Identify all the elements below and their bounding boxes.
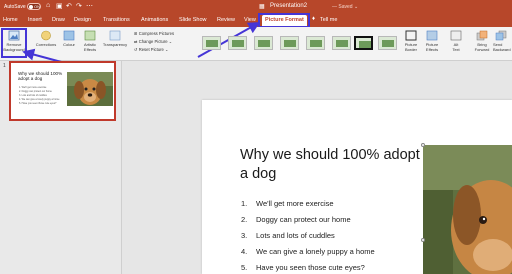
artistic-effects-label-2: Effects xyxy=(83,46,97,52)
list-item-number: 2. xyxy=(241,215,248,224)
list-item: 3. Lots and lots of cuddles xyxy=(241,231,335,240)
picture-style-1[interactable] xyxy=(202,36,221,50)
dog-photo[interactable] xyxy=(423,145,512,274)
bring-forward-button[interactable]: Bring Forward xyxy=(472,30,492,52)
picture-style-7[interactable] xyxy=(354,36,373,50)
thumbnail-bullet: 3. Lots and lots of cuddles xyxy=(19,94,47,97)
change-picture-label: Change Picture xyxy=(138,39,168,44)
picture-border-button[interactable]: Picture Border xyxy=(401,30,421,52)
thumbnail-bullet: 4. We can give a lonely puppy a home xyxy=(19,98,60,101)
picture-border-icon xyxy=(405,30,417,41)
colour-label: Colour xyxy=(63,42,75,47)
slide-number: 1 xyxy=(3,63,6,69)
list-item: 2. Doggy can protect our home xyxy=(241,215,351,224)
compress-pictures-button[interactable]: ⊞ Compress Pictures xyxy=(134,31,174,36)
picture-effects-label-2: Effects xyxy=(425,46,439,52)
artistic-effects-button[interactable]: Artistic Effects xyxy=(80,30,100,52)
thumbnail-title: Why we should 100% adopt a dog xyxy=(18,71,63,81)
send-backward-button[interactable]: Send Backward xyxy=(493,30,512,52)
picture-style-3[interactable] xyxy=(254,36,273,50)
alt-text-button[interactable]: Alt Text xyxy=(449,30,463,52)
reset-picture-label: Reset Picture xyxy=(138,47,164,52)
list-item-text: Doggy can protect our home xyxy=(256,215,351,224)
picture-effects-icon xyxy=(426,30,438,41)
bring-forward-icon xyxy=(476,30,488,41)
list-item: 5. Have you seen those cute eyes? xyxy=(241,263,365,272)
list-item-text: Have you seen those cute eyes? xyxy=(256,263,365,272)
thumbnail-dog-image xyxy=(67,72,113,106)
list-item-number: 5. xyxy=(241,263,248,272)
list-item: 4. We can give a lonely puppy a home xyxy=(241,247,375,256)
reset-picture-button[interactable]: ↺ Reset Picture ⌄ xyxy=(134,47,169,52)
colour-icon xyxy=(63,30,75,41)
transparency-icon xyxy=(109,30,121,41)
bring-forward-label-2: Forward xyxy=(474,46,490,52)
picture-border-label-2: Border xyxy=(404,46,417,52)
transparency-button[interactable]: Transparency xyxy=(101,30,129,48)
list-item: 1. We'll get more exercise xyxy=(241,199,334,208)
list-item-text: Lots and lots of cuddles xyxy=(256,231,335,240)
picture-effects-button[interactable]: Picture Effects xyxy=(422,30,442,52)
thumbnail-bullet: 5. Have you seen those cute eyes? xyxy=(19,102,57,105)
corrections-label: Corrections xyxy=(35,42,57,47)
send-backward-label-2: Backward xyxy=(493,46,511,52)
colour-button[interactable]: Colour xyxy=(60,30,78,48)
transparency-label: Transparency xyxy=(102,42,128,47)
list-item-number: 4. xyxy=(241,247,248,256)
picture-style-2[interactable] xyxy=(228,36,247,50)
corrections-icon xyxy=(41,30,51,41)
picture-style-6[interactable] xyxy=(332,36,351,50)
resize-handle[interactable] xyxy=(421,143,425,147)
corrections-button[interactable]: Corrections xyxy=(35,30,57,48)
alt-text-label-2: Text xyxy=(452,46,460,52)
picture-style-4[interactable] xyxy=(280,36,299,50)
slide-title[interactable]: Why we should 100% adopt a dog xyxy=(240,146,420,184)
thumbnail-bullet: 1. We'll get more exercise xyxy=(19,86,47,89)
picture-style-8[interactable] xyxy=(378,36,397,50)
picture-style-5[interactable] xyxy=(306,36,325,50)
alt-text-icon xyxy=(450,30,462,41)
list-item-number: 1. xyxy=(241,199,248,208)
list-item-text: We can give a lonely puppy a home xyxy=(256,247,375,256)
artistic-effects-icon xyxy=(84,30,96,41)
slide-thumbnail-1[interactable]: Why we should 100% adopt a dog 1. We'll … xyxy=(9,61,116,121)
send-backward-icon xyxy=(495,30,507,41)
change-picture-button[interactable]: ⇄ Change Picture ⌄ xyxy=(134,39,172,44)
list-item-number: 3. xyxy=(241,231,248,240)
thumbnail-bullet: 2. Doggy can protect our home xyxy=(19,90,52,93)
compress-pictures-label: Compress Pictures xyxy=(138,31,175,36)
resize-handle[interactable] xyxy=(421,238,425,242)
list-item-text: We'll get more exercise xyxy=(256,199,334,208)
